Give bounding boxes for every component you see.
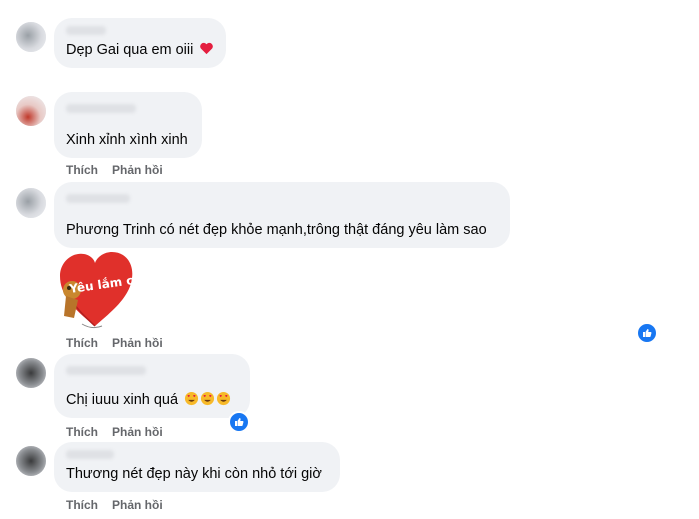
reply-link[interactable]: Phản hồi [112, 498, 163, 512]
heart-eyes-emoji [216, 391, 230, 406]
comment-bubble: Dẹp Gai qua em oiii [54, 18, 226, 68]
like-link[interactable]: Thích [66, 425, 98, 439]
commenter-avatar[interactable] [16, 22, 46, 52]
commenter-avatar[interactable] [16, 96, 46, 126]
comment-actions: Thích Phản hồi [66, 163, 163, 177]
commenter-avatar[interactable] [16, 446, 46, 476]
heart-eyes-emoji [184, 391, 198, 406]
comment-text: Dẹp Gai qua em oiii [66, 42, 194, 58]
commenter-name-redacted[interactable] [66, 194, 130, 203]
love-sticker: Yêu lắm cơ [60, 252, 138, 329]
commenter-avatar[interactable] [16, 188, 46, 218]
reply-link[interactable]: Phản hồi [112, 336, 163, 350]
red-heart-emoji [199, 42, 213, 55]
thumbs-up-icon [235, 418, 244, 426]
reply-link[interactable]: Phản hồi [112, 425, 163, 439]
commenter-name-redacted[interactable] [66, 26, 106, 35]
like-link[interactable]: Thích [66, 498, 98, 512]
like-reaction-badge[interactable] [636, 322, 658, 344]
thumbs-up-icon [643, 329, 652, 337]
like-link[interactable]: Thích [66, 163, 98, 177]
commenter-name-redacted[interactable] [66, 104, 136, 113]
comment-text: Chị iuuu xinh quá [66, 392, 179, 408]
comment-bubble: Thương nét đẹp này khi còn nhỏ tới giờ [54, 442, 340, 492]
commenter-name-redacted[interactable] [66, 450, 114, 459]
comment-bubble: Xinh xỉnh xình xinh [54, 92, 202, 158]
comment-actions: Thích Phản hồi [66, 425, 163, 439]
like-link[interactable]: Thích [66, 336, 98, 350]
commenter-avatar[interactable] [16, 358, 46, 388]
commenter-name-redacted[interactable] [66, 366, 146, 375]
comment-bubble: Chị iuuu xinh quá [54, 354, 250, 418]
comment-text: Xinh xỉnh xình xinh [66, 132, 188, 148]
heart-eyes-emoji [200, 391, 214, 406]
comment-actions: Thích Phản hồi [66, 498, 163, 512]
comment-bubble: Phương Trinh có nét đẹp khỏe mạnh,trông … [54, 182, 510, 248]
like-reaction-badge[interactable] [228, 411, 250, 433]
comment-actions: Thích Phản hồi [66, 336, 163, 350]
comment-text: Phương Trinh có nét đẹp khỏe mạnh,trông … [66, 222, 487, 238]
comment-text: Thương nét đẹp này khi còn nhỏ tới giờ [66, 466, 322, 482]
reply-link[interactable]: Phản hồi [112, 163, 163, 177]
